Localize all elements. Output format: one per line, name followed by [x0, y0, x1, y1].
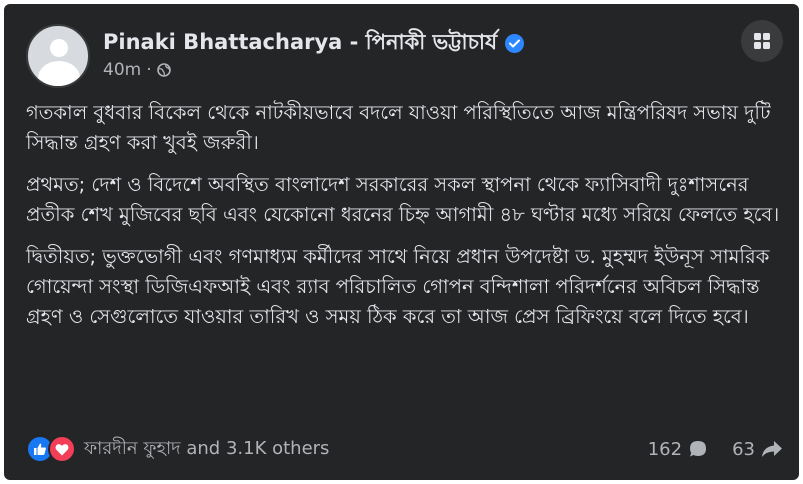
reactors-text[interactable]: ফারদীন ফুহাদ and 3.1K others: [84, 434, 329, 465]
grid-icon: [754, 33, 770, 49]
post-paragraph-3: দ্বিতীয়ত; ভুক্তভোগী এবং গণমাধ্যম কর্মীদ…: [26, 245, 770, 328]
reactions-summary[interactable]: ফারদীন ফুহাদ and 3.1K others: [26, 434, 329, 465]
share-icon: [762, 441, 782, 457]
post-timestamp[interactable]: 40m: [103, 60, 141, 80]
post-paragraph-1: গতকাল বুধবার বিকেল থেকে নাটকীয়ভাবে বদলে…: [26, 101, 771, 154]
shares-count[interactable]: 63: [732, 439, 783, 460]
meta-separator: ·: [146, 60, 152, 80]
post-meta: 40m ·: [103, 60, 171, 80]
comments-count[interactable]: 162: [648, 439, 708, 460]
globe-icon[interactable]: [156, 63, 171, 77]
post-card: Pinaki Bhattacharya - পিনাকী ভট্টাচার্য …: [4, 4, 799, 480]
comments-count-value: 162: [647, 438, 683, 460]
reaction-icons: [26, 435, 76, 463]
avatar[interactable]: [26, 24, 90, 88]
shares-count-value: 63: [732, 438, 755, 460]
avatar-head-shape: [50, 39, 68, 57]
post-body: গতকাল বুধবার বিকেল থেকে নাটকীয়ভাবে বদলে…: [26, 98, 791, 344]
post-footer: ফারদীন ফুহাদ and 3.1K others 162 63: [26, 432, 783, 466]
verified-badge-icon: [505, 34, 525, 53]
post-paragraph-2: প্রথমত; দেশ ও বিদেশে অবস্থিত বাংলাদেশ সর…: [26, 173, 780, 226]
engagement-stats: 162 63: [648, 439, 783, 460]
love-reaction-icon: [48, 435, 76, 463]
avatar-body-shape: [38, 61, 80, 86]
comment-icon: [690, 441, 707, 457]
author-name[interactable]: Pinaki Bhattacharya - পিনাকী ভট্টাচার্য: [103, 26, 497, 61]
author-line: Pinaki Bhattacharya - পিনাকী ভট্টাচার্য: [103, 26, 525, 61]
options-grid-button[interactable]: [741, 20, 783, 62]
